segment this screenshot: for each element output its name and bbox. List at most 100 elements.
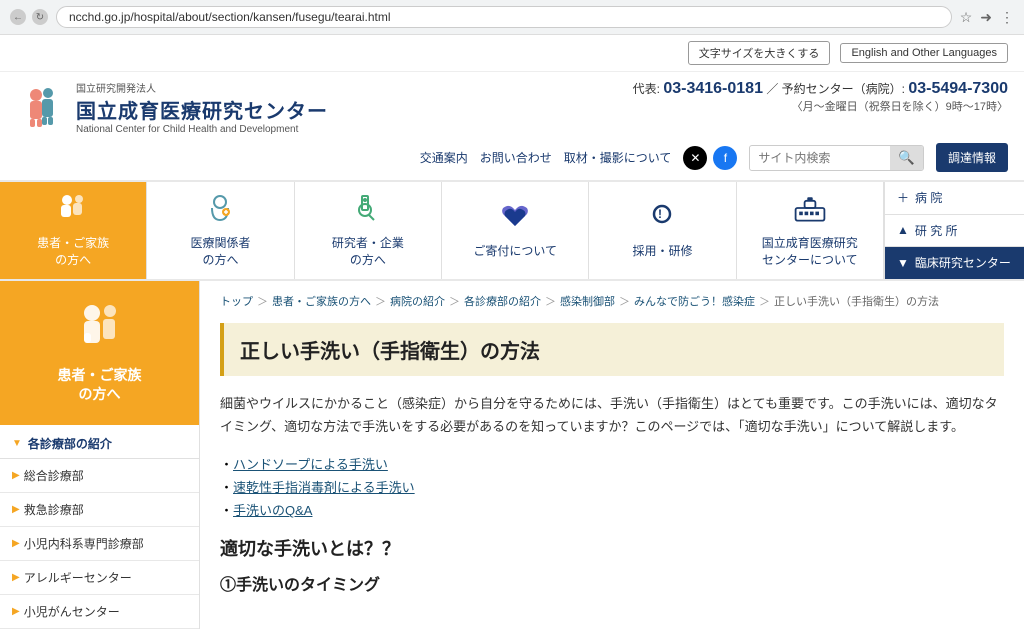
right-nav-research-text: 研 究 所 [915,222,958,239]
right-nav-research-institute[interactable]: ▲ 研 究 所 [885,215,1024,248]
sidebar-arrow-icon: ▼ [12,438,22,449]
facebook-icon[interactable]: f [713,146,737,170]
phone-number: 03-3416-0181 [663,80,763,97]
utility-nav-links: 交通案内 お問い合わせ 取材・撮影について [420,149,672,166]
search-button[interactable]: 🔍 [890,146,923,170]
star-icon[interactable]: ☆ [960,9,973,26]
article-title: 正しい手洗い（手指衛生）の方法 [240,335,988,364]
nav-item-patients[interactable]: 患者・ご家族の方へ [0,182,147,279]
breadcrumb: トップ ＞ 患者・ご家族の方へ ＞ 病院の紹介 ＞ 各診療部の紹介 ＞ 感染制御… [220,293,1004,309]
media-link[interactable]: 取材・撮影について [564,149,672,166]
medical-icon [202,192,238,231]
info-button[interactable]: 調達情報 [936,143,1008,172]
plus-icon: ＋ [897,189,909,206]
language-button[interactable]: English and Other Languages [840,43,1008,63]
header-contact: 代表: 03-3416-0181 ／ 予約センター（病院）: 03-5494-7… [633,80,1008,114]
reservation-label: 予約センター（病院）: [782,82,905,96]
breadcrumb-prevention[interactable]: みんなで防ごう！感染症 [634,293,755,309]
nav-item-research[interactable]: 研究者・企業の方へ [295,182,442,279]
nav-item-about-text: 国立成育医療研究センターについて [762,235,858,269]
phone-line: 代表: 03-3416-0181 ／ 予約センター（病院）: 03-5494-7… [633,80,1008,98]
breadcrumb-patients[interactable]: 患者・ご家族の方へ [272,293,371,309]
sidebar-item-arrow-icon-2: ▶ [12,504,20,515]
search-input[interactable] [750,147,890,169]
main-content: トップ ＞ 患者・ご家族の方へ ＞ 病院の紹介 ＞ 各診療部の紹介 ＞ 感染制御… [200,281,1024,629]
menu-icon[interactable]: ⋮ [1000,9,1014,26]
nav-item-donation[interactable]: ご寄付について [442,182,589,279]
sidebar-item-general[interactable]: ▶ 総合診療部 [0,459,199,493]
right-nav-clinical-text: 臨床研究センター [915,254,1011,271]
breadcrumb-top[interactable]: トップ [220,293,253,309]
nav-item-donation-text: ご寄付について [473,243,557,260]
twitter-icon[interactable]: ✕ [683,146,707,170]
page: 文字サイズを大きくする English and Other Languages … [0,35,1024,629]
sidebar-item-allergy[interactable]: ▶ アレルギーセンター [0,561,199,595]
right-nav-hospital[interactable]: ＋ 病 院 [885,182,1024,215]
address-bar[interactable]: ncchd.go.jp/hospital/about/section/kanse… [56,6,952,28]
hours-label: 〈月〜金曜日（祝祭日を除く）9時〜17時〉 [633,98,1008,114]
breadcrumb-current: 正しい手洗い（手指衛生）の方法 [774,293,939,309]
nav-item-recruitment-text: 採用・研修 [632,243,692,260]
nav-item-research-text: 研究者・企業の方へ [332,235,404,269]
access-link[interactable]: 交通案内 [420,149,468,166]
extension-icon[interactable]: ➜ [980,9,992,26]
section-heading-1: 適切な手洗いとは？？ [220,535,1004,561]
link-list-item-3: ・手洗いのQ&A [220,500,1004,519]
donation-icon [497,200,533,239]
sidebar-item-arrow-icon: ▶ [12,470,20,481]
research-icon [350,192,386,231]
search-box: 🔍 [749,145,924,171]
header: 国立研究開発法人 国立成育医療研究センター National Center fo… [0,72,1024,139]
link-list-item-1: ・ハンドソープによる手洗い [220,454,1004,473]
sidebar-item-emergency[interactable]: ▶ 救急診療部 [0,493,199,527]
recruitment-icon: ! [644,200,680,239]
logo-area: 国立研究開発法人 国立成育医療研究センター National Center fo… [16,80,328,135]
patients-icon [55,192,91,231]
breadcrumb-hospital[interactable]: 病院の紹介 [390,293,445,309]
sidebar-hero-icon [70,301,130,360]
utility-bar: 文字サイズを大きくする English and Other Languages [0,35,1024,72]
nav-item-recruitment[interactable]: ! 採用・研修 [589,182,736,279]
nav-item-about[interactable]: 国立成育医療研究センターについて [737,182,884,279]
sidebar-item-cancer[interactable]: ▶ 小児がんセンター [0,595,199,629]
reservation-number: 03-5494-7300 [908,80,1008,97]
about-icon [792,192,828,231]
right-nav-clinical-research[interactable]: ▼ 臨床研究センター [885,247,1024,279]
phone-label: 代表: [633,82,660,96]
triangle-down-icon: ▼ [897,256,909,270]
sidebar-item-pediatric[interactable]: ▶ 小児内科系専門診療部 [0,527,199,561]
inquiry-link[interactable]: お問い合わせ [480,149,552,166]
logo-text-area: 国立研究開発法人 国立成育医療研究センター National Center fo… [76,80,328,135]
sanitizer-link[interactable]: 速乾性手指消毒剤による手洗い [233,480,415,495]
handsoap-link[interactable]: ハンドソープによる手洗い [233,457,388,472]
social-icons: ✕ f [683,146,737,170]
logo-icon [16,83,66,133]
nav-item-patients-text: 患者・ご家族の方へ [37,235,109,269]
article-body: 細菌やウイルスにかかること（感染症）から自分を守るためには、手洗い（手指衛生）は… [220,392,1004,439]
browser-refresh-button[interactable]: ↻ [32,9,48,25]
sidebar-item-arrow-icon-4: ▶ [12,572,20,583]
browser-back-button[interactable]: ← [10,9,26,25]
svg-text:!: ! [658,207,662,221]
qa-link[interactable]: 手洗いのQ&A [233,503,312,518]
main-nav-right: ＋ 病 院 ▲ 研 究 所 ▼ 臨床研究センター [884,182,1024,279]
breadcrumb-infection-control[interactable]: 感染制御部 [560,293,615,309]
article-heading-box: 正しい手洗い（手指衛生）の方法 [220,323,1004,376]
font-size-button[interactable]: 文字サイズを大きくする [688,41,831,65]
org-main-label: 国立成育医療研究センター [76,95,328,124]
breadcrumb-departments[interactable]: 各診療部の紹介 [464,293,541,309]
browser-nav-controls: ← ↻ [10,9,48,25]
separator: ／ [766,82,778,96]
browser-icons: ☆ ➜ ⋮ [960,9,1014,26]
link-list: ・ハンドソープによる手洗い ・速乾性手指消毒剤による手洗い ・手洗いのQ&A [220,454,1004,519]
nav-item-medical[interactable]: 医療関係者の方へ [147,182,294,279]
nav-item-medical-text: 医療関係者の方へ [190,235,250,269]
right-nav-hospital-text: 病 院 [915,189,942,206]
sidebar: 患者・ご家族 の方へ ▼ 各診療部の紹介 ▶ 総合診療部 ▶ 救急診療部 ▶ 小… [0,281,200,629]
section-heading-2: ①手洗いのタイミング [220,571,1004,595]
search-row: 交通案内 お問い合わせ 取材・撮影について ✕ f 🔍 調達情報 [0,139,1024,180]
org-small-label: 国立研究開発法人 [76,80,328,95]
sidebar-item-arrow-icon-5: ▶ [12,606,20,617]
sidebar-hero-text: 患者・ご家族 の方へ [58,366,142,405]
sidebar-item-arrow-icon-3: ▶ [12,538,20,549]
